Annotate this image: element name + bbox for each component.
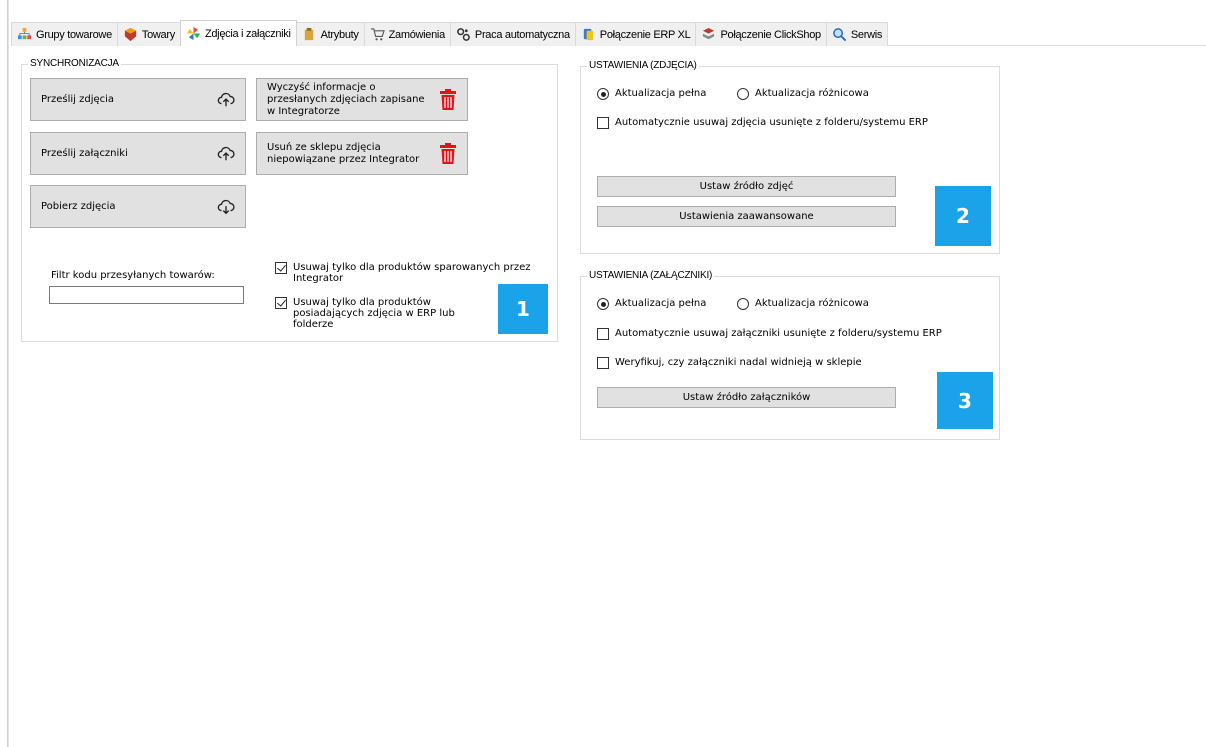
product-groups-icon <box>17 27 32 40</box>
callout-badge-3: 3 <box>937 372 993 429</box>
attachments-auto-delete-row[interactable]: Automatycznie usuwaj załączniki usunięte… <box>597 328 942 340</box>
tab-label: Zamówienia <box>388 28 446 41</box>
tab-strip: Grupy towarowe Towary Zdjęcia i załączni… <box>11 20 889 46</box>
set-images-source-button[interactable]: Ustaw źródło zdjęć <box>597 176 896 197</box>
attachments-verify-checkbox[interactable] <box>597 357 609 369</box>
only-with-images-checkbox-row[interactable]: Usuwaj tylko dla produktów posiadających… <box>275 297 480 330</box>
attachments-settings-title: USTAWIENIA (ZAŁĄCZNIKI) <box>587 270 715 281</box>
tab-erp-connection[interactable]: Połączenie ERP XL <box>574 22 697 46</box>
tab-label: Atrybuty <box>320 28 359 41</box>
products-icon <box>124 27 137 42</box>
images-radio-full[interactable] <box>597 88 609 100</box>
tab-products[interactable]: Towary <box>116 22 181 46</box>
attachments-auto-delete-checkbox[interactable] <box>597 328 609 340</box>
callout-badge-2: 2 <box>935 186 991 246</box>
tab-product-groups[interactable]: Grupy towarowe <box>11 22 118 46</box>
tab-images-attachments[interactable]: Zdjęcia i załączniki <box>179 20 297 46</box>
images-auto-delete-checkbox[interactable] <box>597 117 609 129</box>
attachments-radio-diff[interactable] <box>737 298 749 310</box>
cart-icon <box>370 28 385 41</box>
download-images-button[interactable]: Pobierz zdjęcia <box>30 185 246 228</box>
advanced-settings-button[interactable]: Ustawienia zaawansowane <box>597 206 896 227</box>
images-radio-diff[interactable] <box>737 88 749 100</box>
tab-label: Zdjęcia i załączniki <box>204 27 291 40</box>
window-left-border <box>7 0 9 747</box>
images-radio-diff-row[interactable]: Aktualizacja różnicowa <box>737 88 869 100</box>
only-with-images-label: Usuwaj tylko dla produktów posiadających… <box>293 297 455 330</box>
cloud-upload-icon <box>217 146 235 160</box>
erp-connection-icon <box>583 28 593 41</box>
set-attachments-source-button[interactable]: Ustaw źródło załączników <box>597 387 896 408</box>
trash-icon <box>440 89 456 110</box>
attributes-icon <box>304 27 313 41</box>
sync-group-title: SYNCHRONIZACJA <box>28 58 121 69</box>
cloud-download-icon <box>217 199 235 214</box>
tab-orders[interactable]: Zamówienia <box>363 22 451 46</box>
images-auto-delete-row[interactable]: Automatycznie usuwaj zdjęcia usunięte z … <box>597 117 928 129</box>
images-settings-title: USTAWIENIA (ZDJĘCIA) <box>587 60 699 71</box>
tab-label: Połączenie ERP XL <box>599 28 691 41</box>
only-paired-label: Usuwaj tylko dla produktów sparowanych p… <box>293 262 531 284</box>
only-paired-checkbox-row[interactable]: Usuwaj tylko dla produktów sparowanych p… <box>275 262 537 284</box>
tab-clickshop-connection[interactable]: Połączenie ClickShop <box>695 22 827 46</box>
tab-label: Towary <box>141 28 175 41</box>
attachments-verify-row[interactable]: Weryfikuj, czy załączniki nadal widnieją… <box>597 357 862 369</box>
attachments-radio-full[interactable] <box>597 298 609 310</box>
attachments-radio-diff-row[interactable]: Aktualizacja różnicowa <box>737 298 869 310</box>
filter-label: Filtr kodu przesyłanych towarów: <box>51 270 215 281</box>
pinwheel-icon <box>186 26 200 41</box>
clickshop-connection-icon <box>703 27 715 40</box>
send-attachments-button[interactable]: Prześlij załączniki <box>30 132 246 175</box>
only-with-images-checkbox[interactable] <box>275 297 287 309</box>
cloud-upload-icon <box>217 92 235 106</box>
clear-sent-info-button[interactable]: Wyczyść informacje o przesłanych zdjęcia… <box>256 78 468 121</box>
send-images-button[interactable]: Prześlij zdjęcia <box>30 78 246 121</box>
gears-icon <box>457 28 470 41</box>
tab-label: Serwis <box>850 28 883 41</box>
remove-unlinked-images-button[interactable]: Usuń ze sklepu zdjęcia niepowiązane prze… <box>256 132 468 175</box>
tab-label: Połączenie ClickShop <box>720 28 821 41</box>
callout-badge-1: 1 <box>498 284 548 334</box>
filter-input[interactable] <box>49 286 244 304</box>
images-radio-full-row[interactable]: Aktualizacja pełna <box>597 88 706 100</box>
tab-label: Praca automatyczna <box>474 28 570 41</box>
tab-automatic-work[interactable]: Praca automatyczna <box>449 22 576 46</box>
tab-label: Grupy towarowe <box>36 28 112 41</box>
tab-service[interactable]: Serwis <box>825 22 889 46</box>
tab-attributes[interactable]: Atrybuty <box>295 22 365 46</box>
attachments-radio-full-row[interactable]: Aktualizacja pełna <box>597 298 706 310</box>
only-paired-checkbox[interactable] <box>275 262 287 274</box>
trash-icon <box>440 143 456 164</box>
magnifier-icon <box>833 28 847 42</box>
